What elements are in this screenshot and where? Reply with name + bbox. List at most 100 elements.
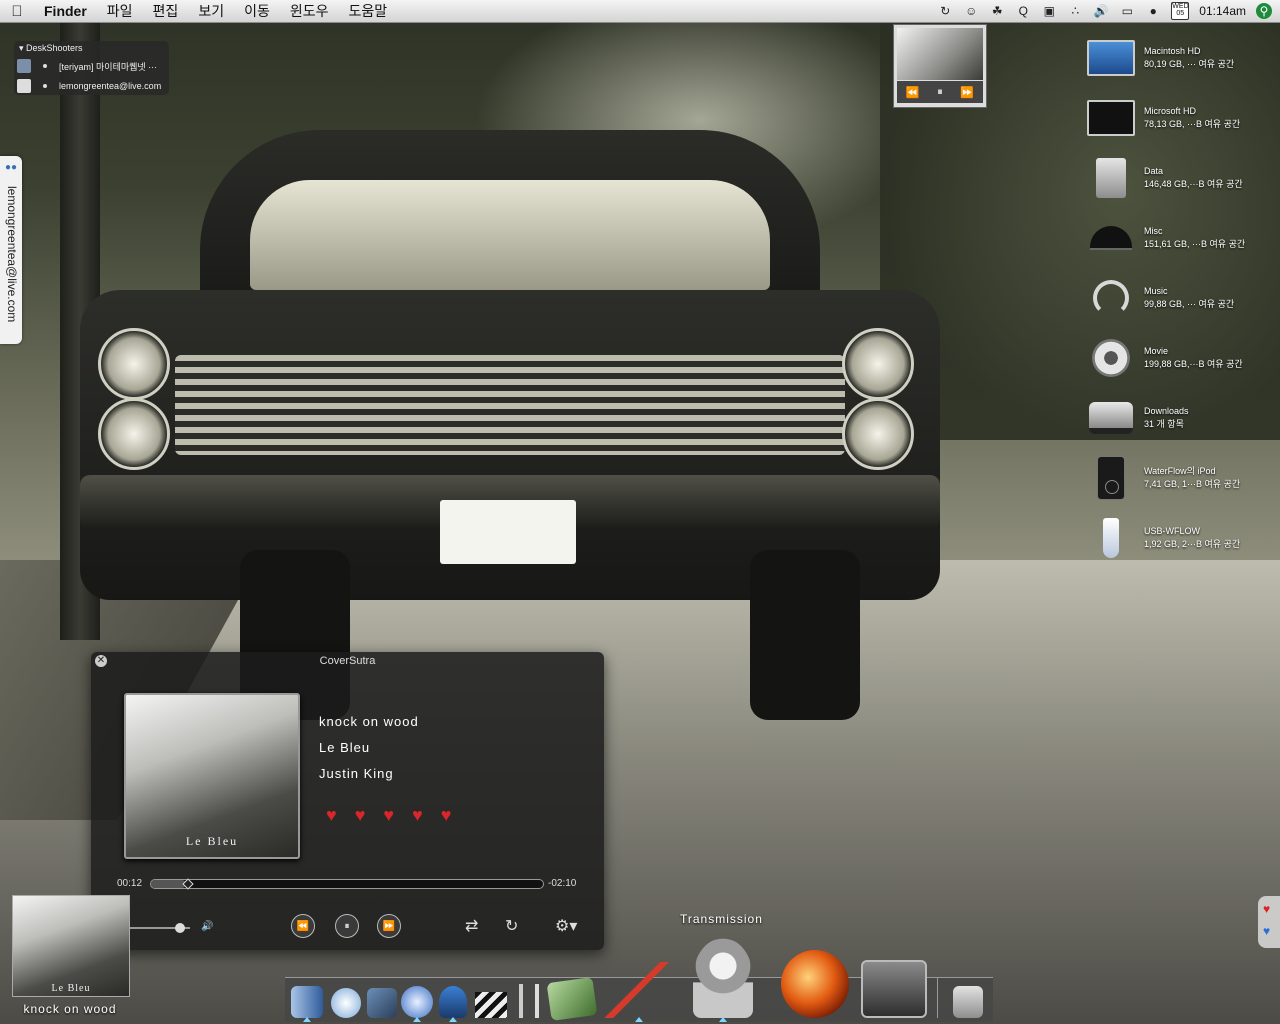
volume-info: 151,61 GB, ···B 여유 공간 xyxy=(1144,239,1246,249)
mini-next-icon[interactable]: ⏩ xyxy=(960,86,974,99)
shuffle-icon[interactable]: ⇄ xyxy=(465,916,478,936)
menu-window[interactable]: 윈도우 xyxy=(280,1,339,21)
heart-icon[interactable]: ♥ xyxy=(441,806,452,824)
volume-info: 31 개 항목 xyxy=(1144,419,1184,429)
calendar-date-badge[interactable]: WED 05 xyxy=(1171,2,1190,20)
contact-row[interactable]: [teriyam] 마이테마퀨넷 ··· xyxy=(14,56,169,76)
car-headlight xyxy=(842,398,914,470)
safari-icon[interactable] xyxy=(331,988,361,1018)
activity-dots-icon[interactable]: ∴ xyxy=(1067,3,1083,19)
mini-previous-icon[interactable]: ⏪ xyxy=(906,86,920,99)
menubar-extras: ↻ ☺ ☘ Q ▣ ∴ 🔊 ▭ ● WED 05 01:14am ⚲ xyxy=(937,2,1280,20)
progress-bar[interactable] xyxy=(150,878,544,890)
clapperboard-icon[interactable] xyxy=(475,992,507,1018)
paw-icon[interactable]: ☘ xyxy=(989,3,1005,19)
iphoto-icon[interactable] xyxy=(546,976,598,1022)
volume-slider[interactable] xyxy=(120,923,190,933)
coversutra-window: ✕ CoverSutra Le Bleu knock on wood Le Bl… xyxy=(91,652,604,950)
heart-icon[interactable]: ♥ xyxy=(355,806,366,824)
deskshooters-widget: ▾ DeskShooters [teriyam] 마이테마퀨넷 ··· lemo… xyxy=(14,41,169,95)
transmission-icon[interactable] xyxy=(693,938,753,1018)
window-title: CoverSutra xyxy=(319,655,376,667)
menu-file[interactable]: 파일 xyxy=(97,1,143,21)
running-indicator xyxy=(303,1017,311,1022)
volume-knob[interactable] xyxy=(174,923,185,933)
volume-info: 80,19 GB, ··· 여유 공간 xyxy=(1144,59,1235,69)
quicksilver-icon[interactable]: Q xyxy=(1015,3,1031,19)
trash-icon[interactable] xyxy=(953,986,983,1018)
running-indicator xyxy=(719,1017,727,1022)
desktop-volume-macintosh-hd[interactable]: Macintosh HD 80,19 GB, ··· 여유 공간 xyxy=(1086,33,1276,83)
desktop-volume-movie[interactable]: Movie 199,88 GB,···B 여유 공간 xyxy=(1086,333,1276,383)
date-badge-number: 05 xyxy=(1176,10,1185,17)
now-playing-title: knock on wood xyxy=(23,1002,117,1016)
heart-icon[interactable]: ♥ xyxy=(326,806,337,824)
adium-duck-icon[interactable] xyxy=(439,986,467,1018)
desktop-volume-data[interactable]: Data 146,48 GB,···B 여유 공간 xyxy=(1086,153,1276,203)
pause-button[interactable]: ⏸ xyxy=(335,914,359,938)
alien-icon[interactable]: ☺ xyxy=(963,3,979,19)
album-art[interactable]: Le Bleu xyxy=(124,693,300,859)
messenger-buddy-icon: ●● xyxy=(5,162,18,173)
pencil-ruler-icon[interactable] xyxy=(603,962,673,1018)
desktop-volume-ipod[interactable]: WaterFlow의 iPod 7,41 GB, 1···B 여유 공간 xyxy=(1086,453,1276,503)
desktop-volume-usb[interactable]: USB-WFLOW 1,92 GB, 2···B 여유 공간 xyxy=(1086,513,1276,563)
volume-icon[interactable]: 🔊 xyxy=(1093,3,1109,19)
gear-icon[interactable]: ⚙▾ xyxy=(555,916,577,936)
previous-track-button[interactable]: ⏪ xyxy=(291,914,315,938)
desktop-volume-music[interactable]: Music 99,88 GB, ··· 여유 공간 xyxy=(1086,273,1276,323)
messenger-side-tab[interactable]: ●● lemongreentea@live.com xyxy=(0,156,22,344)
repeat-icon[interactable]: ↻ xyxy=(505,916,518,936)
deskshooters-header[interactable]: ▾ DeskShooters xyxy=(14,41,169,56)
desktop-volume-microsoft-hd[interactable]: Microsoft HD 78,13 GB, ···B 여유 공간 xyxy=(1086,93,1276,143)
pin-icon[interactable] xyxy=(511,984,531,1018)
contact-avatar xyxy=(17,59,31,73)
menu-help[interactable]: 도움말 xyxy=(338,1,397,21)
firefox-orb-icon[interactable] xyxy=(781,950,849,1018)
messenger-icon[interactable] xyxy=(401,986,433,1018)
next-track-button[interactable]: ⏩ xyxy=(377,914,401,938)
coversutra-menu-icon[interactable]: ▣ xyxy=(1041,3,1057,19)
car-grille xyxy=(175,355,845,455)
monitor-black-icon xyxy=(1087,100,1135,136)
volume-info: 99,88 GB, ··· 여유 공간 xyxy=(1144,299,1235,309)
mini-album-art[interactable] xyxy=(897,28,983,80)
volume-name: WaterFlow의 iPod xyxy=(1144,466,1216,476)
system-preferences-gear-icon[interactable] xyxy=(861,960,927,1018)
contact-row[interactable]: lemongreentea@live.com xyxy=(14,76,169,96)
now-playing-art[interactable]: Le Bleu xyxy=(12,895,130,997)
menu-go[interactable]: 이동 xyxy=(234,1,280,21)
sync-icon[interactable]: ↻ xyxy=(937,3,953,19)
desktop-volume-misc[interactable]: Misc 151,61 GB, ···B 여유 공간 xyxy=(1086,213,1276,263)
desktop-folder-downloads[interactable]: Downloads 31 개 항목 xyxy=(1086,393,1276,443)
pause-icon: ⏸ xyxy=(344,920,350,932)
contact-name: lemongreentea@live.com xyxy=(59,81,162,91)
heart-icon[interactable]: ♥ xyxy=(412,806,423,824)
dock-separator xyxy=(937,978,938,1018)
heart-up-icon[interactable]: ♥ xyxy=(1263,902,1270,916)
heart-down-icon[interactable]: ♥ xyxy=(1263,924,1270,938)
album-name: Le Bleu xyxy=(319,740,371,755)
volume-name: Microsoft HD xyxy=(1144,106,1197,116)
menu-view[interactable]: 보기 xyxy=(188,1,234,21)
menu-app-finder[interactable]: Finder xyxy=(34,3,97,19)
spotlight-icon[interactable]: ⚲ xyxy=(1256,3,1272,19)
heart-icon[interactable]: ♥ xyxy=(383,806,394,824)
display-icon[interactable]: ▭ xyxy=(1119,3,1135,19)
deskshooters-title: DeskShooters xyxy=(26,43,83,53)
menubar-clock[interactable]: 01:14am xyxy=(1199,4,1246,18)
mini-pause-icon[interactable]: ⏸ xyxy=(937,86,943,99)
car-windshield xyxy=(250,180,770,290)
rating-side-tab: ♥ ♥ xyxy=(1258,896,1280,948)
input-flag-icon[interactable]: ● xyxy=(1145,3,1161,19)
finder-icon[interactable] xyxy=(291,986,323,1018)
tool-icon[interactable] xyxy=(531,984,543,1018)
menu-edit[interactable]: 편집 xyxy=(143,1,189,21)
volume-name: Misc xyxy=(1144,226,1163,236)
contact-avatar xyxy=(17,79,31,93)
remaining-time: -02:10 xyxy=(548,878,577,889)
apple-menu-icon[interactable]:  xyxy=(0,3,34,20)
rating-hearts[interactable]: ♥ ♥ ♥ ♥ ♥ xyxy=(326,806,451,824)
mail-stamp-icon[interactable] xyxy=(367,988,397,1018)
umbrella-icon xyxy=(1090,226,1132,250)
